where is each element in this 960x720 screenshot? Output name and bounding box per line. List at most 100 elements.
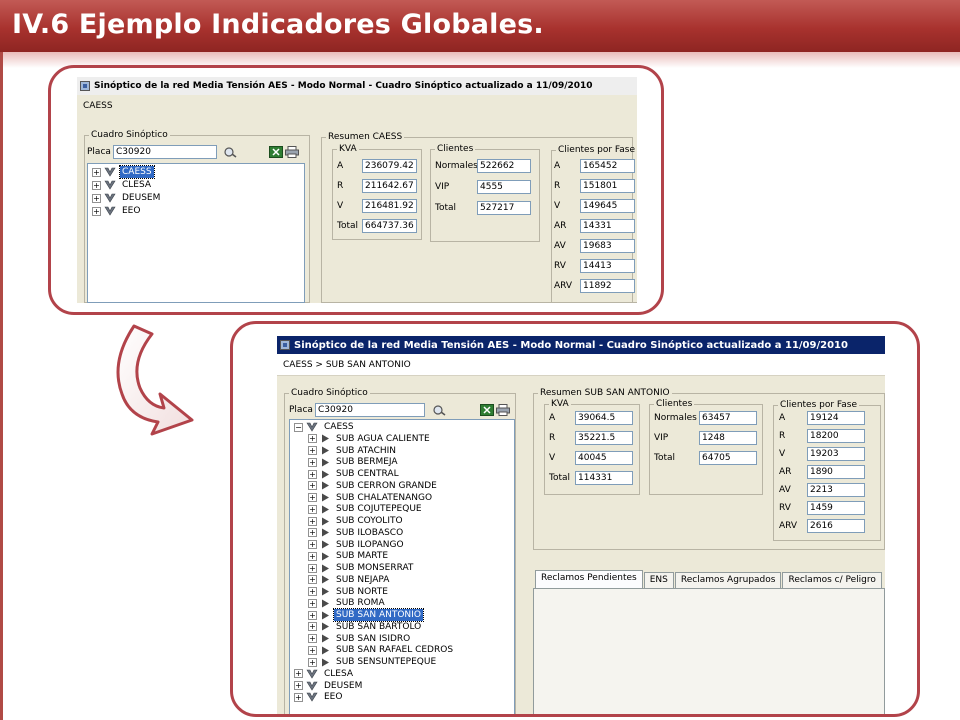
tab-reclamos-c-peligro[interactable]: Reclamos c/ Peligro	[782, 572, 882, 588]
tree-node-substation[interactable]: + SUB SAN ISIDRO	[308, 633, 412, 645]
tree-node-substation[interactable]: + SUB COYOLITO	[308, 515, 405, 527]
expand-icon[interactable]: +	[308, 540, 317, 549]
tree-node-substation[interactable]: + SUB SAN ANTONIO	[308, 608, 424, 622]
clientes-value[interactable]: 1248	[699, 431, 757, 445]
tree-node-company[interactable]: + EEO	[294, 691, 344, 703]
fase-value[interactable]: 165452	[580, 159, 635, 173]
expand-icon[interactable]: +	[308, 516, 317, 526]
tree-node-substation[interactable]: + SUB AGUA CALIENTE	[308, 433, 432, 445]
clientes-value[interactable]: 63457	[699, 411, 757, 425]
tree-node-company[interactable]: + CAESS	[92, 165, 155, 179]
expand-icon[interactable]: +	[294, 669, 303, 679]
excel-export-icon[interactable]	[479, 402, 495, 417]
expand-icon[interactable]: +	[92, 167, 101, 177]
placa-input[interactable]: C30920	[113, 145, 217, 159]
expand-icon[interactable]: +	[92, 180, 101, 190]
tree-node-substation[interactable]: + SUB ILOBASCO	[308, 527, 405, 539]
expand-icon[interactable]: +	[308, 587, 317, 596]
clientes-value[interactable]: 64705	[699, 451, 757, 465]
tree-view[interactable]: + CAESS + CLESA + DEUSEM + EEO	[87, 163, 305, 303]
tree-node-substation[interactable]: + SUB CERRON GRANDE	[308, 480, 439, 492]
expand-icon[interactable]: +	[308, 551, 317, 561]
tree-node-substation[interactable]: + SUB CENTRAL	[308, 468, 401, 480]
tree-node-company[interactable]: − CAESS	[294, 421, 356, 433]
fase-value[interactable]: 11892	[580, 279, 635, 293]
tree-node-company[interactable]: + EEO	[92, 205, 142, 217]
kva-value[interactable]: 114331	[575, 471, 633, 485]
tree-node-substation[interactable]: + SUB CHALATENANGO	[308, 492, 434, 504]
expand-icon[interactable]: +	[308, 645, 317, 655]
kva-value[interactable]: 216481.92	[362, 199, 417, 213]
fase-value[interactable]: 19683	[580, 239, 635, 253]
expand-icon[interactable]: +	[308, 457, 317, 467]
search-icon[interactable]	[222, 144, 238, 159]
tab-reclamos-agrupados[interactable]: Reclamos Agrupados	[674, 572, 782, 588]
substation-arrow-icon	[320, 434, 330, 444]
expand-icon[interactable]: +	[308, 622, 317, 632]
expand-icon[interactable]: +	[294, 692, 303, 702]
kva-value[interactable]: 236079.42	[362, 159, 417, 173]
kva-value[interactable]: 40045	[575, 451, 633, 465]
expand-icon[interactable]: +	[308, 563, 317, 573]
tree-node-substation[interactable]: + SUB ROMA	[308, 597, 387, 609]
kva-value[interactable]: 664737.36	[362, 219, 417, 233]
tree-node-substation[interactable]: + SUB ILOPANGO	[308, 539, 406, 551]
tree-node-company[interactable]: + DEUSEM	[92, 192, 162, 204]
fase-value[interactable]: 14413	[580, 259, 635, 273]
expand-icon[interactable]: +	[308, 493, 317, 502]
tree-node-substation[interactable]: + SUB SENSUNTEPEQUE	[308, 656, 438, 668]
fase-value[interactable]: 1459	[807, 501, 865, 515]
fase-value[interactable]: 2213	[807, 483, 865, 497]
fase-value[interactable]: 19203	[807, 447, 865, 461]
placa-input[interactable]: C30920	[315, 403, 425, 417]
fase-value[interactable]: 14331	[580, 219, 635, 233]
clientes-value[interactable]: 4555	[477, 180, 531, 194]
expand-icon[interactable]: +	[308, 610, 317, 620]
print-icon[interactable]	[284, 144, 300, 159]
tree-node-substation[interactable]: + SUB ATACHIN	[308, 445, 398, 457]
fase-value[interactable]: 2616	[807, 519, 865, 533]
search-icon[interactable]	[431, 402, 447, 417]
expand-icon[interactable]: +	[308, 634, 317, 643]
expand-icon[interactable]: +	[308, 598, 317, 608]
tree-node-substation[interactable]: + SUB MONSERRAT	[308, 562, 415, 574]
tree-node-company[interactable]: + DEUSEM	[294, 680, 364, 692]
collapse-icon[interactable]: −	[294, 422, 303, 432]
expand-icon[interactable]: +	[92, 206, 101, 216]
fase-value[interactable]: 1890	[807, 465, 865, 479]
fase-value[interactable]: 149645	[580, 199, 635, 213]
tree-node-substation[interactable]: + SUB SAN RAFAEL CEDROS	[308, 644, 455, 656]
tree-node-company[interactable]: + CLESA	[294, 668, 355, 680]
expand-icon[interactable]: +	[308, 469, 317, 479]
window-sub-san-antonio: Sinóptico de la red Media Tensión AES - …	[277, 336, 885, 714]
clientes-value[interactable]: 522662	[477, 159, 531, 173]
kva-value[interactable]: 39064.5	[575, 411, 633, 425]
kva-value[interactable]: 35221.5	[575, 431, 633, 445]
tree-node-substation[interactable]: + SUB SAN BARTOLO	[308, 621, 423, 633]
tab-reclamos-pendientes[interactable]: Reclamos Pendientes	[535, 570, 643, 588]
tree-node-substation[interactable]: + SUB BERMEJA	[308, 456, 400, 468]
print-icon[interactable]	[495, 402, 511, 417]
expand-icon[interactable]: +	[308, 575, 317, 585]
fase-value[interactable]: 19124	[807, 411, 865, 425]
tree-node-substation[interactable]: + SUB NORTE	[308, 586, 390, 598]
excel-export-icon[interactable]	[268, 144, 284, 159]
expand-icon[interactable]: +	[308, 446, 317, 455]
expand-icon[interactable]: +	[92, 193, 101, 203]
tree-node-substation[interactable]: + SUB NEJAPA	[308, 574, 391, 586]
tree-node-substation[interactable]: + SUB COJUTEPEQUE	[308, 503, 424, 515]
expand-icon[interactable]: +	[308, 481, 317, 491]
expand-icon[interactable]: +	[308, 434, 317, 444]
tree-node-substation[interactable]: + SUB MARTE	[308, 550, 390, 562]
fase-value[interactable]: 18200	[807, 429, 865, 443]
expand-icon[interactable]: +	[294, 681, 303, 690]
clientes-value[interactable]: 527217	[477, 201, 531, 215]
expand-icon[interactable]: +	[308, 528, 317, 538]
expand-icon[interactable]: +	[308, 504, 317, 514]
fase-value[interactable]: 151801	[580, 179, 635, 193]
expand-icon[interactable]: +	[308, 657, 317, 667]
tab-ens[interactable]: ENS	[643, 572, 674, 588]
tree-node-company[interactable]: + CLESA	[92, 179, 153, 191]
tree-view[interactable]: − CAESS + SUB AGUA CALIENTE + SUB ATACHIN + SUB…	[289, 419, 515, 714]
kva-value[interactable]: 211642.67	[362, 179, 417, 193]
